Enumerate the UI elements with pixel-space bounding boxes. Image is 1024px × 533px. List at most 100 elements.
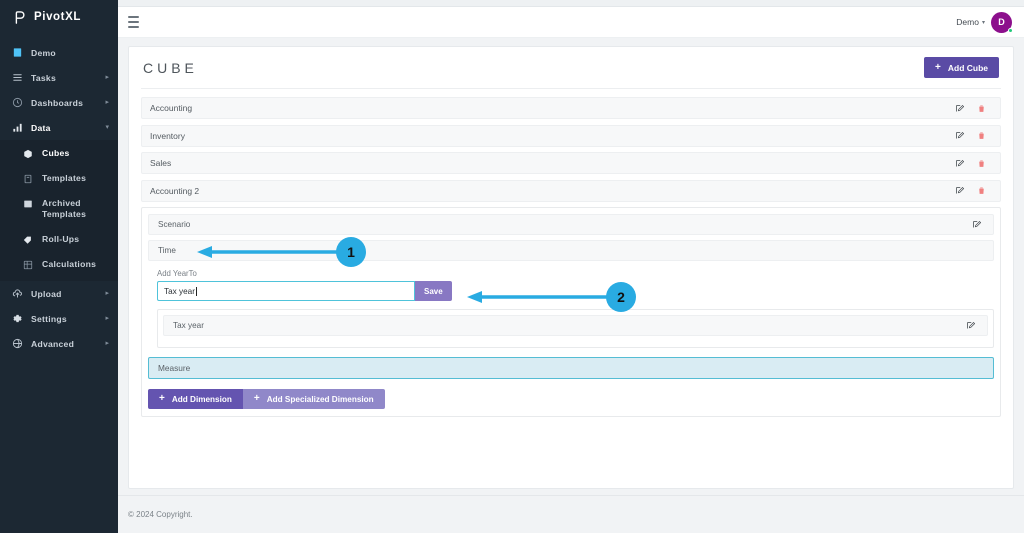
add-cube-label: Add Cube: [947, 62, 988, 73]
table-row[interactable]: Inventory: [141, 124, 1001, 147]
bar-chart-icon: [11, 122, 23, 133]
measure-name: Measure: [158, 363, 191, 373]
sidebar: PivotXL Demo Tasks ▸ Dashboards ▸ Data ▾…: [0, 0, 118, 533]
sidebar-item-dashboards[interactable]: Dashboards ▸: [0, 90, 118, 115]
save-button-label: Save: [424, 286, 443, 296]
add-member-input[interactable]: Tax year: [157, 281, 415, 301]
annotation-number: 2: [617, 289, 625, 305]
row-actions: [948, 159, 992, 168]
cloud-upload-icon: [11, 288, 23, 299]
sidebar-item-settings[interactable]: Settings ▸: [0, 306, 118, 331]
cube-name: Inventory: [150, 130, 185, 141]
sidebar-item-label: Cubes: [42, 148, 70, 158]
sidebar-item-demo[interactable]: Demo: [0, 40, 118, 65]
chevron-down-icon: ▾: [105, 124, 109, 131]
edit-square-icon[interactable]: [948, 186, 970, 195]
chevron-right-icon: ▸: [105, 290, 109, 297]
measure-row[interactable]: Measure: [148, 357, 994, 379]
footer: © 2024 Copyright.: [118, 495, 1024, 533]
page-title: CUBE: [143, 59, 198, 76]
sidebar-item-archived-templates[interactable]: Archived Templates: [0, 192, 118, 228]
app-root: PivotXL Demo Tasks ▸ Dashboards ▸ Data ▾…: [0, 0, 1024, 533]
annotation-number: 1: [347, 244, 355, 260]
sidebar-item-calculations[interactable]: Calculations: [0, 253, 118, 278]
sidebar-item-data[interactable]: Data ▾: [0, 115, 118, 140]
avatar-initial: D: [998, 17, 1005, 27]
add-dimension-button[interactable]: + Add Dimension: [148, 389, 243, 409]
list-icon: [11, 72, 23, 83]
globe-icon: [11, 338, 23, 349]
table-row[interactable]: Accounting 2: [141, 179, 1001, 202]
top-strip: [118, 0, 1024, 7]
tag-icon: [22, 234, 34, 245]
trash-icon[interactable]: [970, 186, 992, 195]
copyright-text: © 2024 Copyright.: [128, 510, 193, 519]
annotation-marker-1: 1: [336, 237, 366, 267]
add-member-form: Add YearTo Tax year Save: [148, 266, 994, 303]
add-specialized-dimension-button[interactable]: + Add Specialized Dimension: [242, 389, 385, 409]
sidebar-item-advanced[interactable]: Advanced ▸: [0, 331, 118, 356]
sidebar-nav: Demo Tasks ▸ Dashboards ▸ Data ▾ Cubes T…: [0, 34, 118, 356]
dimension-row-time[interactable]: Time: [148, 240, 994, 261]
chevron-right-icon: ▸: [105, 99, 109, 106]
sidebar-item-cubes[interactable]: Cubes: [0, 142, 118, 167]
sidebar-item-upload[interactable]: Upload ▸: [0, 281, 118, 306]
row-actions: [948, 131, 992, 140]
cube-name: Accounting: [150, 103, 193, 113]
sidebar-item-tasks[interactable]: Tasks ▸: [0, 65, 118, 90]
edit-square-icon[interactable]: [948, 131, 970, 140]
grid-table-icon: [22, 259, 34, 270]
cube-detail-panel: Scenario Time Add YearTo Tax year Save T…: [141, 207, 1001, 417]
sidebar-item-label: Tasks: [31, 72, 56, 83]
edit-square-icon[interactable]: [948, 159, 970, 168]
brand[interactable]: PivotXL: [0, 0, 118, 34]
edit-square-icon[interactable]: [948, 104, 970, 113]
trash-icon[interactable]: [970, 159, 992, 168]
add-cube-button[interactable]: + Add Cube: [924, 57, 999, 78]
text-cursor: [195, 286, 197, 296]
chevron-down-icon: ▾: [981, 19, 985, 26]
user-menu[interactable]: Demo ▾ D: [956, 11, 1013, 33]
table-row[interactable]: Accounting: [141, 97, 1001, 119]
row-actions: [948, 104, 992, 113]
chevron-right-icon: ▸: [105, 74, 109, 81]
dimension-row-scenario[interactable]: Scenario: [148, 214, 994, 235]
sidebar-item-label: Upload: [31, 288, 62, 299]
add-specialized-dimension-label: Add Specialized Dimension: [266, 394, 374, 404]
add-member-input-value: Tax year: [164, 286, 195, 296]
content-area: CUBE + Add Cube Accounting Inventory Sal…: [118, 38, 1024, 495]
sidebar-item-label: Demo: [31, 47, 56, 58]
card-header: CUBE + Add Cube: [141, 47, 1001, 89]
trash-icon[interactable]: [970, 131, 992, 140]
sidebar-submenu-data: Cubes Templates Archived Templates Roll-…: [0, 140, 118, 281]
cube-card: CUBE + Add Cube Accounting Inventory Sal…: [128, 46, 1014, 489]
user-name: Demo: [956, 17, 979, 27]
plus-icon: +: [159, 393, 165, 404]
cube-name: Sales: [150, 158, 172, 168]
edit-square-icon[interactable]: [965, 220, 987, 229]
sidebar-item-roll-ups[interactable]: Roll-Ups: [0, 228, 118, 253]
brand-name: PivotXL: [34, 11, 82, 23]
save-button[interactable]: Save: [415, 281, 452, 301]
annotation-marker-2: 2: [606, 282, 636, 312]
plus-icon: +: [253, 393, 260, 404]
sidebar-item-label: Archived Templates: [42, 198, 87, 219]
pivotxl-logo-icon: [12, 10, 27, 25]
chevron-right-icon: ▸: [105, 315, 109, 322]
hamburger-icon[interactable]: [128, 16, 141, 28]
template-icon: [22, 173, 34, 184]
avatar[interactable]: D: [991, 11, 1013, 33]
sidebar-item-templates[interactable]: Templates: [0, 167, 118, 192]
chevron-right-icon: ▸: [105, 340, 109, 347]
sidebar-item-label: Templates: [42, 173, 87, 183]
dimension-name: Time: [158, 246, 176, 255]
member-row[interactable]: Tax year: [163, 315, 988, 336]
cube-name: Accounting 2: [150, 185, 200, 196]
trash-icon[interactable]: [970, 104, 992, 113]
add-member-label: Add YearTo: [157, 269, 197, 278]
add-dimension-label: Add Dimension: [171, 394, 232, 404]
member-list: Tax year: [157, 309, 994, 348]
edit-square-icon[interactable]: [959, 321, 981, 330]
sidebar-item-label: Roll-Ups: [42, 234, 80, 244]
table-row[interactable]: Sales: [141, 152, 1001, 174]
